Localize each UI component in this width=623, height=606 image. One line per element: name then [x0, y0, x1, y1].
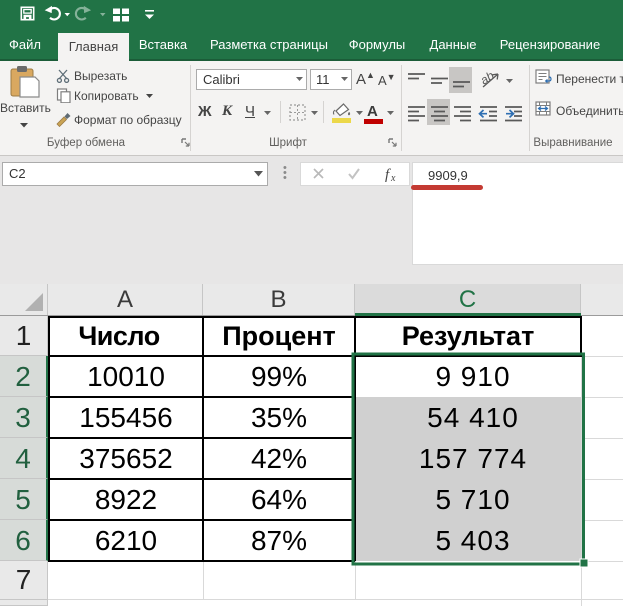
svg-text:x: x — [390, 173, 396, 184]
